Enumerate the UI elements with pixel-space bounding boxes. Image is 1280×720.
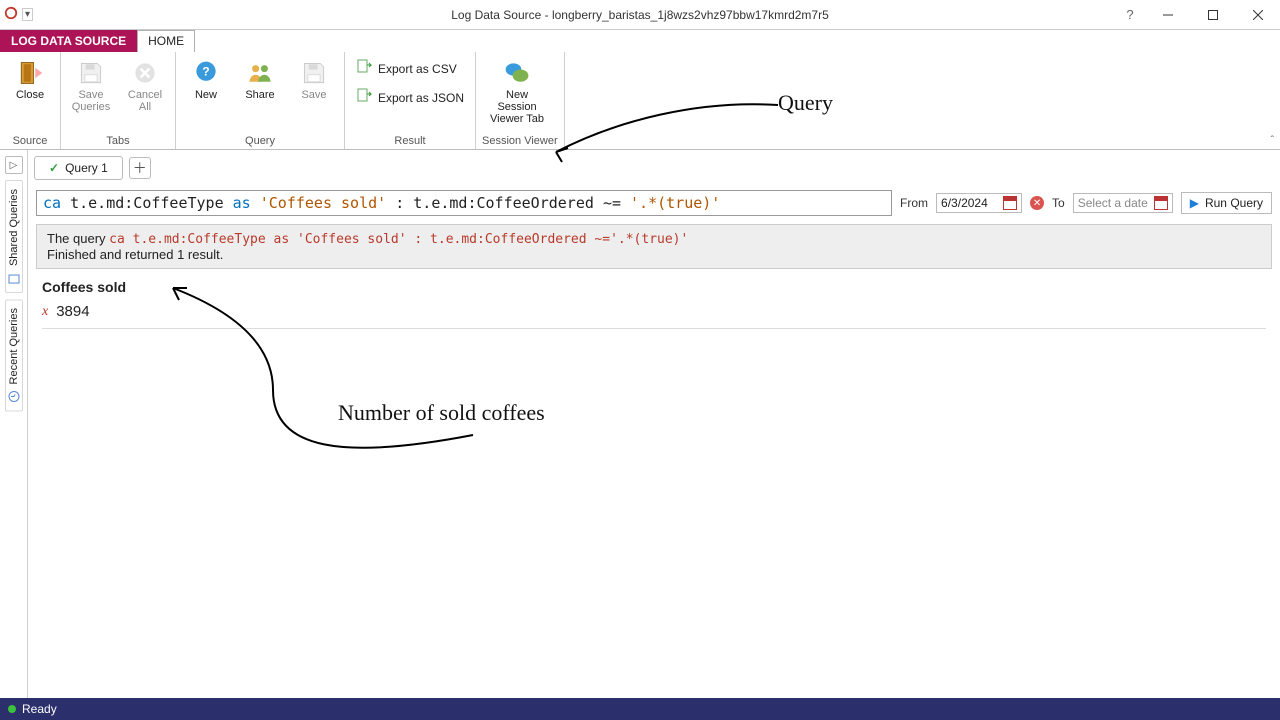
app-icon (4, 6, 18, 23)
add-tab-button[interactable]: ＋ (129, 157, 151, 179)
cancel-icon (131, 59, 159, 87)
export-json-label: Export as JSON (378, 91, 464, 105)
calendar-icon (1003, 196, 1017, 210)
group-result-label: Result (351, 133, 469, 147)
export-csv-label: Export as CSV (378, 62, 457, 76)
group-tabs-label: Tabs (67, 133, 169, 147)
window-title: Log Data Source - longberry_baristas_1j8… (0, 8, 1280, 22)
question-bubble-icon: ? (192, 59, 220, 87)
annotation-arrow-to-result (143, 270, 493, 470)
query-tab-1-label: Query 1 (65, 161, 108, 175)
cancel-all-button[interactable]: Cancel All (121, 56, 169, 116)
run-query-button[interactable]: ▶ Run Query (1181, 192, 1272, 214)
ribbon-tab-home[interactable]: HOME (137, 30, 195, 52)
export-icon (356, 59, 372, 78)
minimize-button[interactable] (1145, 0, 1190, 29)
recent-queries-label: Recent Queries (8, 308, 20, 384)
row-marker-icon: x (42, 304, 48, 320)
people-icon (246, 59, 274, 87)
new-query-button[interactable]: ? New (182, 56, 230, 104)
document-icon (8, 272, 20, 284)
to-date-placeholder: Select a date (1078, 196, 1150, 210)
shared-queries-label: Shared Queries (8, 189, 20, 266)
group-source-label: Source (6, 133, 54, 147)
cancel-all-label: Cancel All (128, 89, 162, 113)
close-source-button[interactable]: Close (6, 56, 54, 104)
qat-dropdown-icon[interactable]: ▾ (22, 8, 33, 21)
group-query-label: Query (182, 133, 338, 147)
to-date-picker[interactable]: Select a date (1073, 193, 1173, 213)
expand-rail-button[interactable]: ▷ (5, 156, 23, 174)
status-ready-label: Ready (22, 702, 57, 716)
from-date-value: 6/3/2024 (941, 196, 999, 210)
status-query-echo: ca t.e.md:CoffeeType as 'Coffees sold' :… (109, 232, 688, 247)
clock-icon (8, 390, 20, 402)
query-row: ca t.e.md:CoffeeType as 'Coffees sold' :… (28, 180, 1280, 224)
save-label: Save (301, 89, 326, 101)
annotation-arrow-to-query (538, 90, 798, 170)
door-exit-icon (16, 59, 44, 87)
result-value: 3894 (56, 303, 89, 320)
play-icon: ▶ (1190, 196, 1199, 210)
floppy-icon (300, 59, 328, 87)
query-tab-1[interactable]: ✓ Query 1 (34, 156, 123, 180)
floppy-icon (77, 59, 105, 87)
export-json-button[interactable]: Export as JSON (351, 85, 469, 110)
save-queries-label: Save Queries (72, 89, 111, 113)
clear-from-date-button[interactable]: ✕ (1030, 196, 1044, 210)
status-dot-icon (8, 705, 16, 713)
check-icon: ✓ (49, 161, 59, 175)
from-date-picker[interactable]: 6/3/2024 (936, 193, 1022, 213)
titlebar: ▾ Log Data Source - longberry_baristas_1… (0, 0, 1280, 30)
shared-queries-rail[interactable]: Shared Queries (5, 180, 23, 293)
chat-bubbles-icon (503, 59, 531, 87)
save-queries-button[interactable]: Save Queries (67, 56, 115, 116)
query-input[interactable]: ca t.e.md:CoffeeType as 'Coffees sold' :… (36, 190, 892, 216)
svg-text:?: ? (202, 65, 209, 79)
close-label: Close (16, 89, 44, 101)
export-csv-button[interactable]: Export as CSV (351, 56, 469, 81)
status-bar: Ready (0, 698, 1280, 720)
status-result-line: Finished and returned 1 result. (47, 247, 1261, 262)
collapse-ribbon-icon[interactable]: ˆ (1271, 135, 1274, 146)
maximize-button[interactable] (1190, 0, 1235, 29)
share-query-button[interactable]: Share (236, 56, 284, 104)
side-rails: ▷ Shared Queries Recent Queries (0, 150, 28, 698)
export-icon (356, 88, 372, 107)
save-query-button[interactable]: Save (290, 56, 338, 104)
query-status-panel: The query ca t.e.md:CoffeeType as 'Coffe… (36, 224, 1272, 269)
help-button[interactable]: ? (1115, 0, 1145, 29)
close-button[interactable] (1235, 0, 1280, 29)
ribbon-tabs: LOG DATA SOURCE HOME (0, 30, 1280, 52)
share-label: Share (245, 89, 274, 101)
from-label: From (900, 196, 928, 210)
calendar-icon (1154, 196, 1168, 210)
recent-queries-rail[interactable]: Recent Queries (5, 299, 23, 411)
ribbon-tab-logdatasource[interactable]: LOG DATA SOURCE (0, 30, 137, 52)
new-label: New (195, 89, 217, 101)
status-prefix: The query (47, 231, 109, 246)
run-query-label: Run Query (1205, 196, 1263, 210)
to-label: To (1052, 196, 1065, 210)
